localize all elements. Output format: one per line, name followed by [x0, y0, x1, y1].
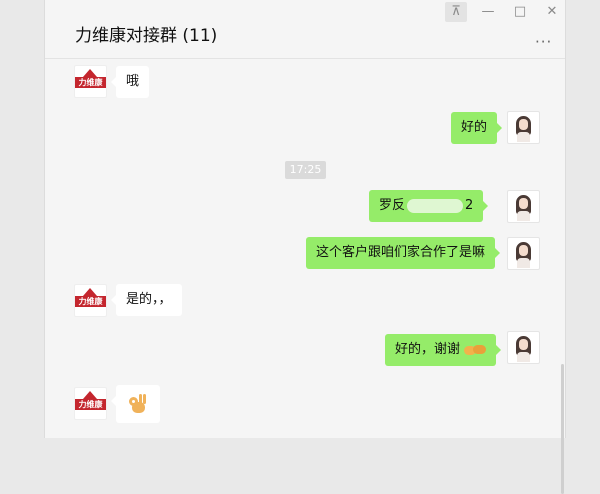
user-avatar[interactable] [507, 237, 540, 270]
user-avatar[interactable] [507, 190, 540, 223]
group-title: 力维康对接群 (11) [75, 26, 218, 46]
message-text: 好的，谢谢 [395, 342, 461, 357]
brand-avatar[interactable]: 力维康 [74, 65, 107, 98]
scrollbar[interactable] [561, 364, 564, 494]
message-bubble[interactable]: 好的，谢谢 [385, 334, 502, 366]
message-text-end: 2 [465, 198, 474, 213]
brand-avatar[interactable]: 力维康 [74, 387, 107, 420]
message-bubble[interactable] [111, 385, 160, 423]
message-bubble[interactable]: 这个客户跟咱们家合作了是嘛 [306, 237, 501, 269]
avatar-logo-text: 力维康 [78, 400, 103, 409]
message-text-start: 罗反 [379, 198, 406, 213]
user-avatar[interactable] [507, 111, 540, 144]
more-icon[interactable]: ··· [535, 33, 552, 51]
title-bar: 力维康对接群 (11) ⊼ — □ ✕ ··· [45, 0, 565, 59]
message-bubble[interactable]: 哦 [110, 66, 150, 98]
pin-icon[interactable]: ⊼ [445, 2, 467, 22]
ok-hand-emoji [128, 393, 148, 415]
close-icon[interactable]: ✕ [541, 2, 563, 22]
message-list[interactable]: 力维康 哦 好的 17:25 罗反 2 这个客户跟咱们家合作了是嘛 力维康 是的，… [45, 59, 565, 494]
user-avatar[interactable] [507, 331, 540, 364]
timestamp: 17:25 [285, 161, 326, 179]
redacted-text [407, 198, 464, 213]
maximize-icon[interactable]: □ [509, 2, 531, 22]
message-bubble[interactable]: 罗反 2 [369, 190, 489, 222]
avatar-logo-text: 力维康 [78, 297, 103, 306]
message-bubble[interactable]: 是的，， [111, 284, 182, 316]
message-bubble[interactable]: 好的 [451, 112, 503, 144]
chat-window: 力维康对接群 (11) ⊼ — □ ✕ ··· 力维康 哦 好的 17:25 罗… [44, 0, 566, 494]
avatar-logo-text: 力维康 [78, 78, 103, 87]
minimize-icon[interactable]: — [477, 2, 499, 22]
brand-avatar[interactable]: 力维康 [74, 284, 107, 317]
handshake-emoji [464, 343, 487, 357]
